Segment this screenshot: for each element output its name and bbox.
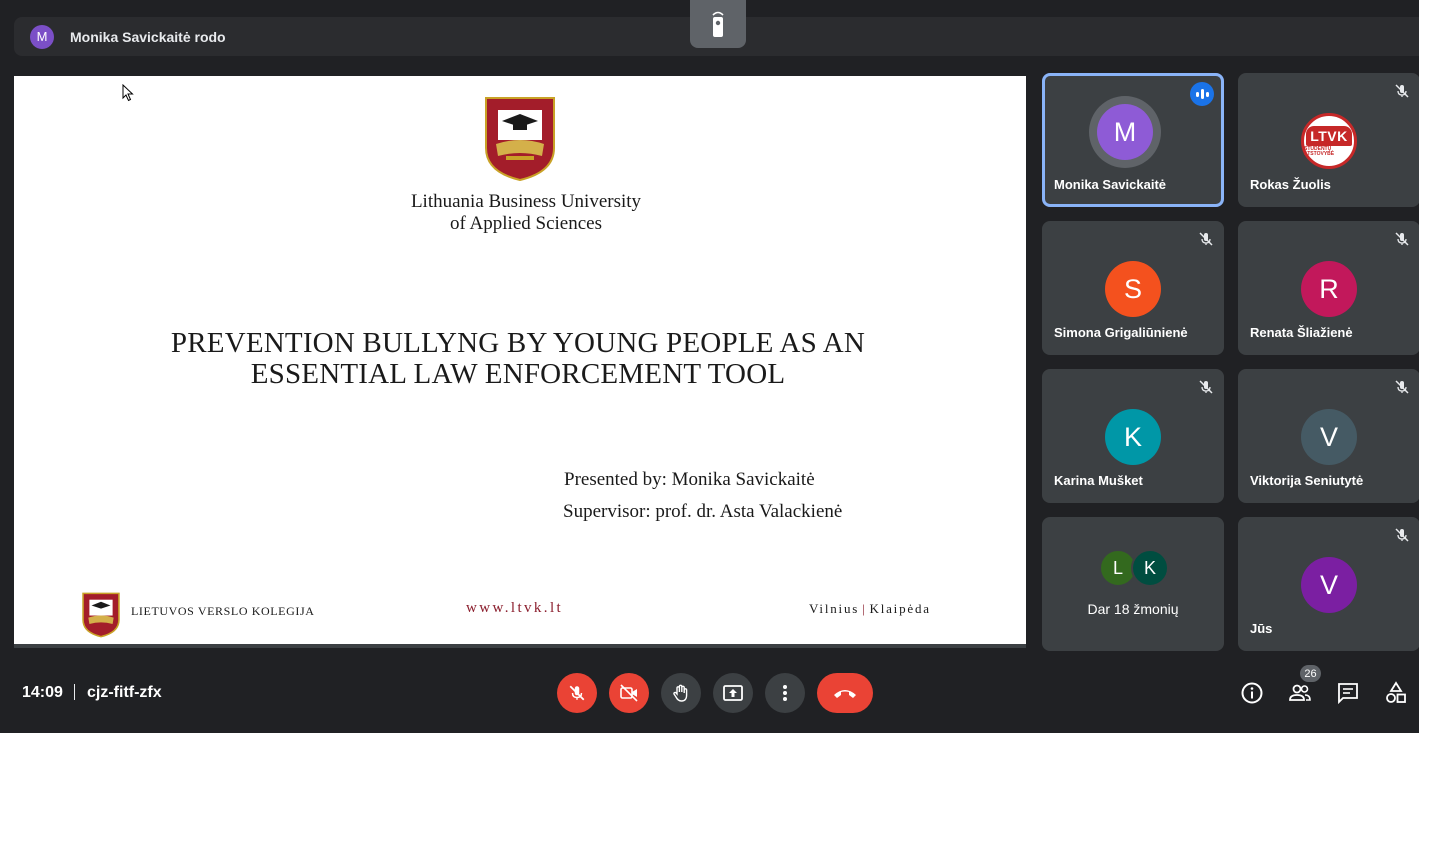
footer-college-name: LIETUVOS VERSLO KOLEGIJA — [131, 604, 315, 618]
mic-off-icon — [1199, 232, 1213, 246]
meet-window: M Monika Savickaitė rodo Lithuania Busin… — [0, 0, 1419, 733]
more-vert-icon — [783, 685, 787, 701]
participant-name: Simona Grigaliūnienė — [1054, 325, 1188, 340]
mic-off-icon — [569, 685, 585, 701]
more-avatars: L K — [1099, 549, 1169, 587]
more-options-button[interactable] — [765, 673, 805, 713]
avatar: S — [1105, 261, 1161, 317]
remote-control-button[interactable] — [690, 0, 746, 48]
activities-icon[interactable] — [1384, 681, 1408, 705]
avatar: V — [1301, 409, 1357, 465]
remote-icon — [712, 11, 724, 37]
avatar: K — [1131, 549, 1169, 587]
hand-icon — [673, 684, 688, 702]
presenter-avatar: M — [30, 24, 54, 49]
mic-off-icon — [1199, 380, 1213, 394]
avatar: K — [1105, 409, 1161, 465]
camera-off-icon — [620, 684, 638, 702]
hang-up-icon — [834, 690, 856, 698]
participant-count-badge: 26 — [1300, 665, 1321, 682]
presenter-text: Monika Savickaitė rodo — [70, 28, 226, 45]
participant-tile-renata[interactable]: R Renata Šliažienė — [1238, 221, 1419, 355]
mic-off-icon — [1395, 84, 1409, 98]
slide-title-line2: ESSENTIAL LAW ENFORCEMENT TOOL — [250, 358, 786, 390]
avatar: M — [1097, 104, 1153, 160]
participant-name: Monika Savickaitė — [1054, 177, 1166, 192]
leave-call-button[interactable] — [817, 673, 873, 713]
shared-presentation-slide: Lithuania Business University of Applied… — [14, 76, 1026, 648]
meeting-code: cjz-fitf-zfx — [87, 684, 162, 701]
university-crest-icon — [485, 97, 555, 182]
supervisor-text: Supervisor: prof. dr. Asta Valackienė — [563, 501, 843, 522]
footer-url: www.ltvk.lt — [466, 600, 564, 616]
chat-icon[interactable] — [1336, 681, 1360, 705]
participant-tile-simona[interactable]: S Simona Grigaliūnienė — [1042, 221, 1224, 355]
present-now-button[interactable] — [713, 673, 753, 713]
toggle-microphone-button[interactable] — [557, 673, 597, 713]
raise-hand-button[interactable] — [661, 673, 701, 713]
footer-city-klaipeda: Klaipėda — [869, 601, 931, 616]
university-name-line1: Lithuania Business University — [410, 191, 642, 212]
participant-name: Renata Šliažienė — [1250, 325, 1353, 340]
avatar: R — [1301, 261, 1357, 317]
mouse-cursor-icon — [122, 84, 134, 102]
university-name-line2: of Applied Sciences — [450, 213, 602, 234]
toggle-camera-button[interactable] — [609, 673, 649, 713]
speaking-indicator-icon — [1190, 82, 1214, 106]
mic-off-icon — [1395, 232, 1409, 246]
mic-off-icon — [1395, 528, 1409, 542]
meeting-time: 14:09 — [22, 684, 63, 701]
slide-title-line1: PREVENTION BULLYNG BY YOUNG PEOPLE AS AN — [170, 327, 866, 359]
divider — [74, 684, 75, 700]
meeting-details-icon[interactable] — [1240, 681, 1264, 705]
more-participants-tile[interactable]: L K Dar 18 žmonių — [1042, 517, 1224, 651]
mic-off-icon — [1395, 380, 1409, 394]
participant-tile-karina[interactable]: K Karina Mušket — [1042, 369, 1224, 503]
participant-name: Viktorija Seniutytė — [1250, 473, 1364, 488]
footer-cities: Vilnius | Klaipėda — [809, 601, 931, 616]
participant-tile-self[interactable]: V Jūs — [1238, 517, 1419, 651]
participant-tile-monika[interactable]: M Monika Savickaitė — [1042, 73, 1224, 207]
people-icon[interactable] — [1288, 681, 1312, 705]
more-participants-label: Dar 18 žmonių — [1087, 601, 1179, 617]
ltvk-logo-avatar: LTVK STUDENTŲ ATSTOVYBĖ — [1301, 113, 1357, 169]
footer-crest-icon — [82, 592, 120, 638]
avatar: V — [1301, 557, 1357, 613]
participant-name: Karina Mušket — [1054, 473, 1143, 488]
presented-by-text: Presented by: Monika Savickaitė — [564, 469, 815, 490]
participant-tile-rokas[interactable]: LTVK STUDENTŲ ATSTOVYBĖ Rokas Žuolis — [1238, 73, 1419, 207]
footer-city-vilnius: Vilnius — [809, 601, 860, 616]
present-screen-icon — [723, 685, 743, 701]
participant-tile-viktorija[interactable]: V Viktorija Seniutytė — [1238, 369, 1419, 503]
participant-name: Rokas Žuolis — [1250, 177, 1331, 192]
participant-name: Jūs — [1250, 621, 1273, 636]
